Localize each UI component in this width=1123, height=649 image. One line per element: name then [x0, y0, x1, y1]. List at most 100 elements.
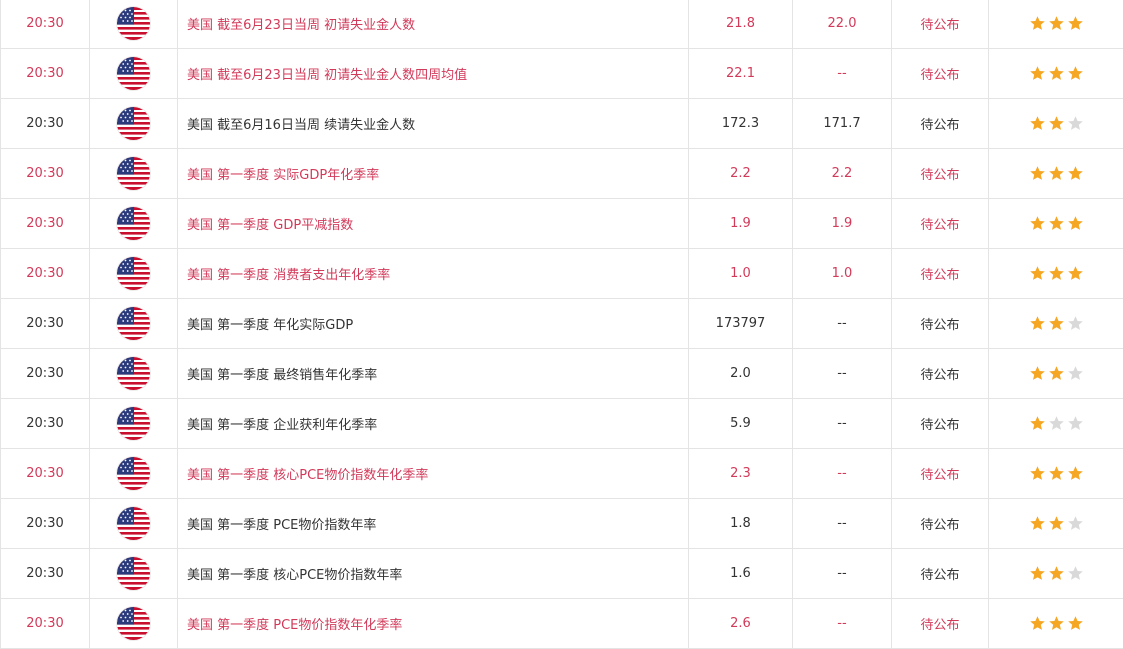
us-flag-icon: [117, 257, 150, 290]
importance-cell: [989, 499, 1123, 548]
previous-value: 1.0: [689, 249, 793, 298]
star-empty-icon: [1067, 366, 1083, 380]
us-flag-icon: [117, 357, 150, 390]
previous-value: 2.3: [689, 449, 793, 498]
time-cell: 20:30: [0, 499, 90, 548]
table-row[interactable]: 20:30: [0, 449, 1123, 499]
time-cell: 20:30: [0, 0, 90, 48]
star-filled-icon: [1067, 616, 1083, 630]
forecast-value: 1.9: [793, 199, 892, 248]
table-row[interactable]: 20:30: [0, 99, 1123, 149]
importance-stars: [1029, 365, 1084, 382]
actual-value: 待公布: [892, 49, 989, 98]
star-empty-icon: [1067, 316, 1083, 330]
event-name[interactable]: 美国 截至6月23日当周 初请失业金人数四周均值: [178, 49, 689, 98]
event-name[interactable]: 美国 截至6月16日当周 续请失业金人数: [178, 99, 689, 148]
star-filled-icon: [1048, 466, 1064, 480]
importance-cell: [989, 0, 1123, 48]
importance-stars: [1029, 415, 1084, 432]
event-name[interactable]: 美国 第一季度 GDP平减指数: [178, 199, 689, 248]
us-flag-icon: [117, 107, 150, 140]
event-name[interactable]: 美国 第一季度 实际GDP年化季率: [178, 149, 689, 198]
star-filled-icon: [1029, 16, 1045, 30]
previous-value: 1.6: [689, 549, 793, 598]
importance-stars: [1029, 165, 1084, 182]
previous-value: 2.2: [689, 149, 793, 198]
time-cell: 20:30: [0, 399, 90, 448]
flag-cell: [90, 199, 178, 248]
event-name[interactable]: 美国 第一季度 PCE物价指数年化季率: [178, 599, 689, 648]
actual-value: 待公布: [892, 449, 989, 498]
star-filled-icon: [1048, 616, 1064, 630]
importance-stars: [1029, 465, 1084, 482]
importance-stars: [1029, 515, 1084, 532]
importance-cell: [989, 199, 1123, 248]
us-flag-icon: [117, 57, 150, 90]
importance-cell: [989, 149, 1123, 198]
flag-cell: [90, 499, 178, 548]
table-row[interactable]: 20:30: [0, 499, 1123, 549]
us-flag-icon: [117, 157, 150, 190]
star-filled-icon: [1029, 566, 1045, 580]
table-row[interactable]: 20:30: [0, 599, 1123, 649]
table-row[interactable]: 20:30: [0, 399, 1123, 449]
flag-cell: [90, 449, 178, 498]
event-name[interactable]: 美国 第一季度 核心PCE物价指数年化季率: [178, 449, 689, 498]
star-filled-icon: [1029, 466, 1045, 480]
star-filled-icon: [1048, 566, 1064, 580]
flag-cell: [90, 249, 178, 298]
star-filled-icon: [1048, 16, 1064, 30]
flag-cell: [90, 549, 178, 598]
us-flag-icon: [117, 507, 150, 540]
time-cell: 20:30: [0, 549, 90, 598]
importance-cell: [989, 349, 1123, 398]
star-empty-icon: [1067, 516, 1083, 530]
event-name[interactable]: 美国 第一季度 最终销售年化季率: [178, 349, 689, 398]
time-cell: 20:30: [0, 199, 90, 248]
previous-value: 21.8: [689, 0, 793, 48]
importance-stars: [1029, 315, 1084, 332]
previous-value: 1.9: [689, 199, 793, 248]
time-cell: 20:30: [0, 299, 90, 348]
event-name[interactable]: 美国 第一季度 企业获利年化季率: [178, 399, 689, 448]
star-filled-icon: [1067, 166, 1083, 180]
star-empty-icon: [1067, 416, 1083, 430]
time-cell: 20:30: [0, 449, 90, 498]
flag-cell: [90, 599, 178, 648]
table-row[interactable]: 20:30: [0, 549, 1123, 599]
forecast-value: 171.7: [793, 99, 892, 148]
forecast-value: --: [793, 499, 892, 548]
event-name[interactable]: 美国 第一季度 消费者支出年化季率: [178, 249, 689, 298]
event-name[interactable]: 美国 第一季度 年化实际GDP: [178, 299, 689, 348]
time-cell: 20:30: [0, 99, 90, 148]
star-filled-icon: [1029, 416, 1045, 430]
table-row[interactable]: 20:30: [0, 349, 1123, 399]
table-row[interactable]: 20:30: [0, 49, 1123, 99]
event-name[interactable]: 美国 第一季度 PCE物价指数年率: [178, 499, 689, 548]
actual-value: 待公布: [892, 249, 989, 298]
star-empty-icon: [1048, 416, 1064, 430]
star-filled-icon: [1029, 616, 1045, 630]
table-row[interactable]: 20:30: [0, 0, 1123, 49]
star-filled-icon: [1048, 316, 1064, 330]
previous-value: 2.0: [689, 349, 793, 398]
importance-stars: [1029, 65, 1084, 82]
importance-stars: [1029, 15, 1084, 32]
importance-stars: [1029, 565, 1084, 582]
star-filled-icon: [1048, 116, 1064, 130]
economic-calendar-table: 20:30 美国 截至6月23日当周 初请失业金人数 21.8 22.0 待公布…: [0, 0, 1123, 649]
importance-cell: [989, 449, 1123, 498]
event-name[interactable]: 美国 截至6月23日当周 初请失业金人数: [178, 0, 689, 48]
star-filled-icon: [1048, 516, 1064, 530]
table-row[interactable]: 20:30: [0, 249, 1123, 299]
event-name[interactable]: 美国 第一季度 核心PCE物价指数年率: [178, 549, 689, 598]
actual-value: 待公布: [892, 549, 989, 598]
forecast-value: --: [793, 49, 892, 98]
star-filled-icon: [1029, 216, 1045, 230]
table-row[interactable]: 20:30: [0, 149, 1123, 199]
actual-value: 待公布: [892, 299, 989, 348]
importance-cell: [989, 549, 1123, 598]
us-flag-icon: [117, 607, 150, 640]
table-row[interactable]: 20:30: [0, 299, 1123, 349]
table-row[interactable]: 20:30: [0, 199, 1123, 249]
